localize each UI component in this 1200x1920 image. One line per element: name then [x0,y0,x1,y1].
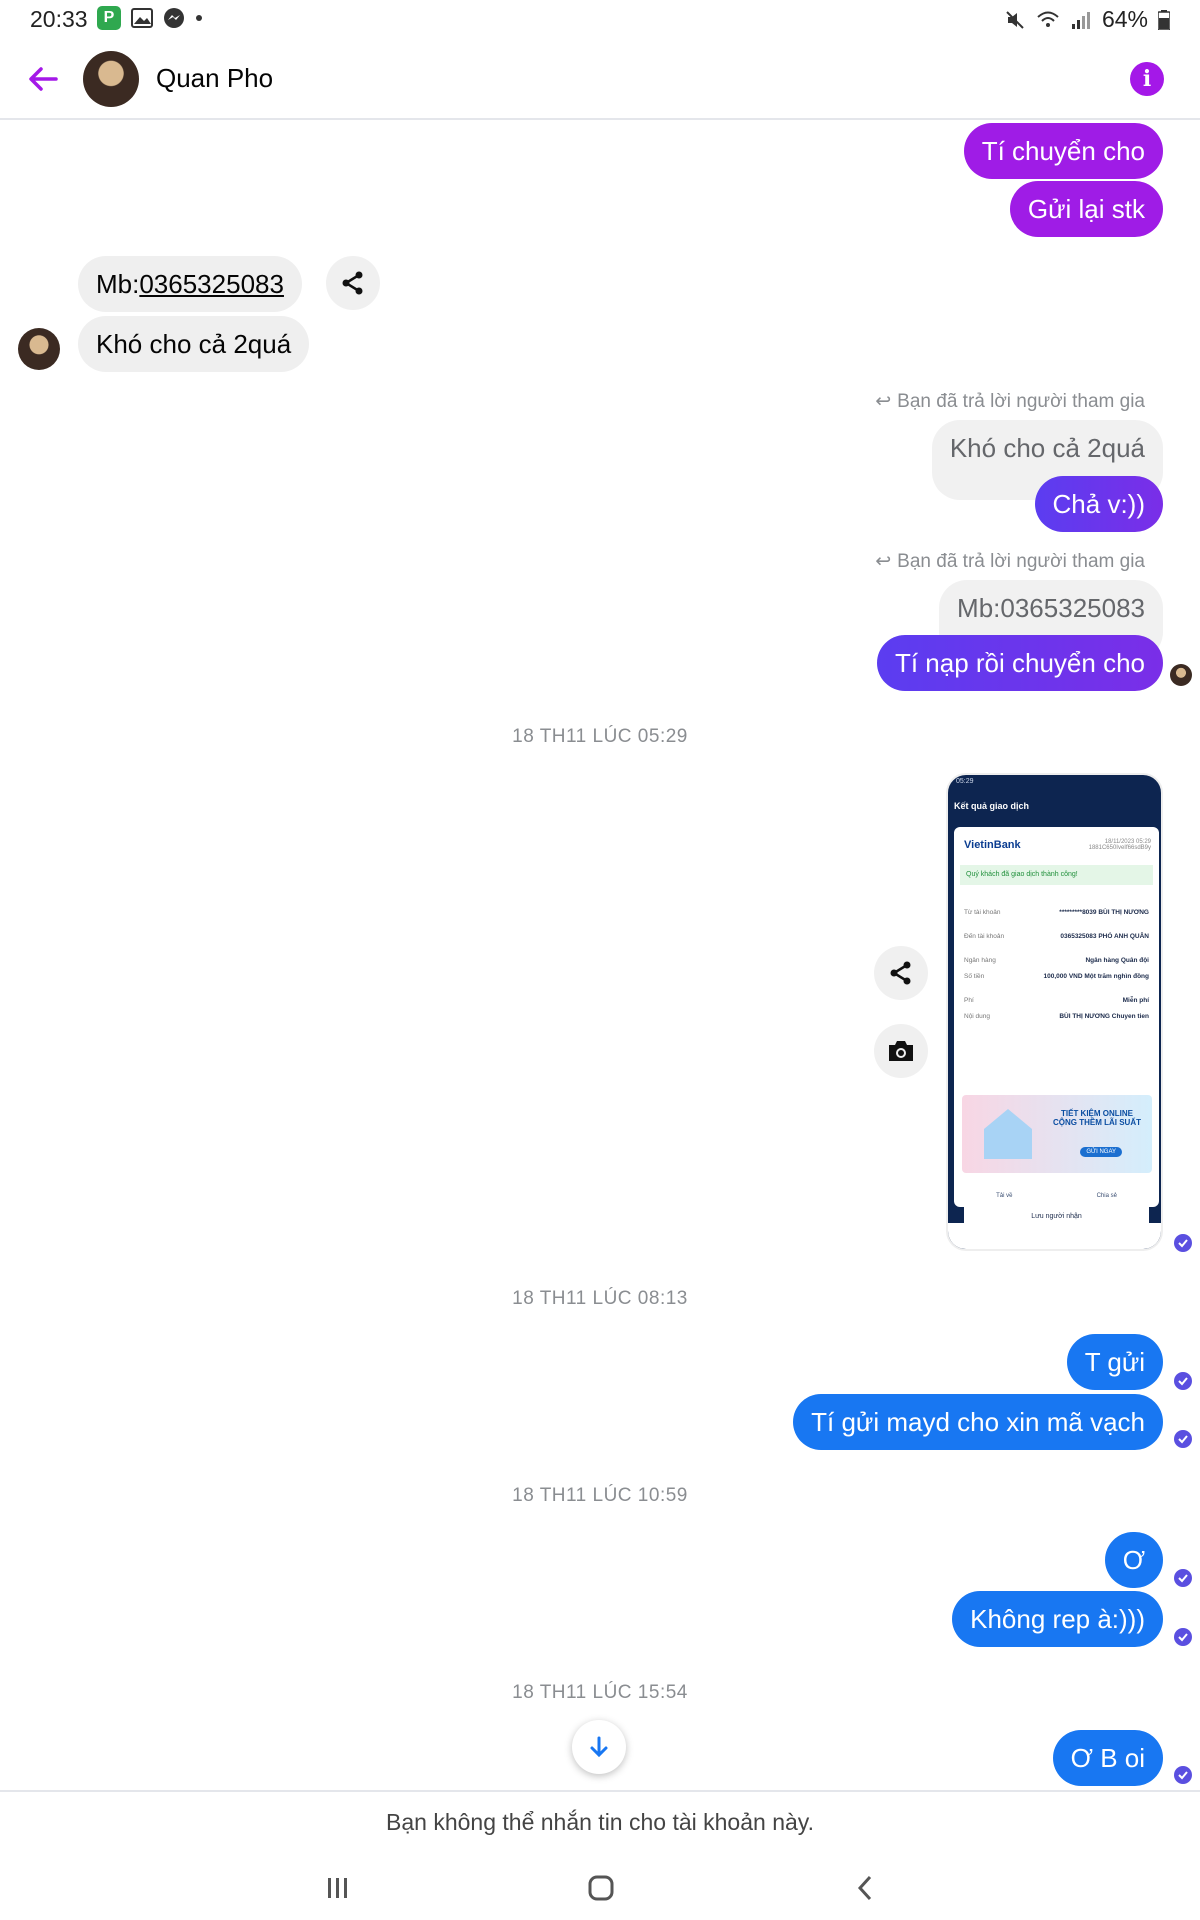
system-nav-bar [0,1850,1200,1920]
system-icons: 64% [1004,6,1170,33]
recent-apps-icon [328,1878,347,1898]
info-icon: i [1142,66,1152,92]
mute-icon [1006,10,1024,29]
read-receipt-avatar [1170,664,1192,686]
seen-icon [1174,1430,1192,1448]
message-outgoing[interactable]: Chả v:)) [1034,476,1163,532]
wifi-icon [1037,11,1059,27]
recent-apps-button[interactable] [318,1868,358,1908]
dot-icon [196,15,202,21]
seen-icon [1174,1234,1192,1252]
home-icon [588,1875,614,1901]
signal-icon [1071,11,1090,29]
sender-avatar [18,328,60,370]
timestamp: 18 TH11 LÚC 05:29 [512,726,688,747]
message-outgoing[interactable]: T gửi [1066,1334,1163,1390]
seen-icon [1174,1372,1192,1390]
reply-indicator: ↩ Bạn đã trả lời người tham gia [875,550,1145,573]
share-icon [342,271,363,295]
message-outgoing[interactable]: Ơ [1104,1532,1163,1588]
phone-link[interactable]: 0365325083 [139,269,284,299]
reply-label-text: Bạn đã trả lời người tham gia [897,551,1145,572]
receipt-meta: 18/11/2023 05:29 1881C650IveIf66sdB9y [1089,839,1151,851]
message-incoming[interactable]: Mb:0365325083 [78,256,302,312]
chevron-left-icon [857,1875,872,1901]
message-outgoing[interactable]: Ơ B oi [1052,1730,1163,1786]
share-label: Chia sẻ [1096,1193,1117,1199]
receipt-ref: 1881C650IveIf66sdB9y [1088,845,1151,851]
message-outgoing[interactable]: Tí chuyển cho [963,123,1163,179]
promo-title: TIẾT KIỆM ONLINE CỘNG THÊM LÃI SUẤT [1053,1109,1141,1127]
blocked-notice: Bạn không thể nhắn tin cho tài khoản này… [0,1790,1200,1850]
receipt-image[interactable]: 05:29 Kết quả giao dịch VietinBank 18/11… [946,773,1163,1251]
receipt-row: Ngân hàng Ngân hàng Quân đội [964,957,1149,964]
receipt-card: VietinBank 18/11/2023 05:29 1881C650IveI… [954,827,1159,1207]
timestamp: 18 TH11 LÚC 15:54 [512,1682,688,1703]
image-status-time: 05:29 [956,778,974,785]
seen-icon [1174,1628,1192,1646]
seen-icon [1174,1766,1192,1784]
message-outgoing[interactable]: Không rep à:))) [952,1591,1163,1647]
seen-icon [1174,1569,1192,1587]
home-button[interactable] [581,1868,621,1908]
back-button[interactable] [22,58,64,100]
battery-percent: 64% [1101,6,1148,32]
message-prefix: Mb: [96,269,140,299]
contact-name[interactable]: Quan Pho [156,63,273,94]
status-time: 20:33 [30,6,88,32]
back-arrow-icon [29,67,58,91]
receipt-row: Đến tài khoản 0365325083 PHÓ ANH QUÂN [964,933,1149,940]
reply-indicator: ↩ Bạn đã trả lời người tham gia [875,390,1145,413]
success-banner: Quý khách đã giao dịch thành công! [960,865,1153,885]
app-notification-icon: P [97,6,121,30]
message-outgoing[interactable]: Tí nạp rồi chuyển cho [876,635,1163,691]
image-title: Kết quả giao dịch [954,801,1030,811]
reply-icon: ↩ [875,391,892,412]
info-button[interactable]: i [1130,62,1164,96]
promo-banner: TIẾT KIỆM ONLINE CỘNG THÊM LÃI SUẤT GỬI … [962,1095,1152,1173]
promo-button: GỬI NGAY [1080,1147,1122,1157]
camera-icon [889,1041,913,1061]
timestamp: 18 TH11 LÚC 08:13 [512,1288,688,1309]
arrow-down-icon [590,1736,608,1758]
battery-icon [1158,9,1170,30]
back-nav-button[interactable] [845,1868,885,1908]
chat-header: Quan Pho i [0,38,1200,120]
receipt-actions: Tải về Chia sẻ [954,1193,1159,1199]
scroll-to-bottom-button[interactable] [572,1720,626,1774]
bank-logo: VietinBank [964,839,1021,851]
contact-avatar[interactable] [83,51,139,107]
image-nav-bar [948,1223,1161,1249]
download-label: Tải về [996,1193,1013,1199]
receipt-row: Phí Miễn phí [964,997,1149,1004]
gallery-icon [131,8,153,28]
receipt-row: Nội dung BÙI THỊ NƯƠNG Chuyen tien [964,1013,1149,1020]
notification-icons: P [97,6,203,30]
message-incoming[interactable]: Khó cho cả 2quá [78,316,310,372]
message-outgoing[interactable]: Tí gửi mayd cho xin mã vạch [793,1394,1163,1450]
messenger-icon [164,8,184,28]
share-icon [890,961,911,985]
receipt-row: Số tiền 100,000 VND Một trăm nghìn đồng [964,973,1149,980]
timestamp: 18 TH11 LÚC 10:59 [512,1485,688,1506]
message-outgoing[interactable]: Gửi lại stk [1009,181,1163,237]
reply-icon: ↩ [875,551,892,572]
share-image-button[interactable] [874,946,928,1000]
share-button[interactable] [326,256,380,310]
image-status-bar: 05:29 [948,775,1161,791]
save-recipient: Lưu người nhận [964,1203,1149,1223]
receipt-row: Từ tài khoản *********8039 BÙI THỊ NƯƠNG [964,909,1149,916]
reply-label-text: Bạn đã trả lời người tham gia [897,391,1145,412]
camera-button[interactable] [874,1024,928,1078]
house-icon [984,1109,1032,1159]
status-bar: 20:33 P 64% [0,0,1200,38]
